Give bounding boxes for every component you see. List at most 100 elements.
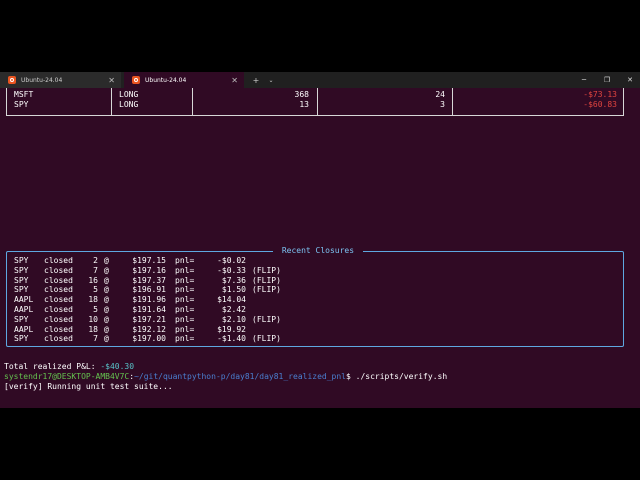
closure-pnl-label: pnl= bbox=[175, 305, 195, 314]
closure-pnl: $19.92 bbox=[217, 324, 246, 334]
ubuntu-icon bbox=[8, 76, 16, 84]
position-qty: 13 bbox=[299, 99, 309, 109]
tab-close-icon[interactable]: ✕ bbox=[108, 76, 115, 85]
minimize-button[interactable]: ─ bbox=[572, 72, 596, 88]
table-divider bbox=[317, 88, 318, 115]
closure-pnl-label: pnl= bbox=[175, 314, 195, 324]
window-close-button[interactable]: ✕ bbox=[618, 72, 640, 88]
position-col4: 3 bbox=[440, 99, 445, 109]
closure-price: $197.37 bbox=[132, 275, 166, 285]
recent-closures-panel: Recent Closures SPY closed 2 @ $197.15 pnl= -$… bbox=[6, 246, 624, 347]
prompt-user: systendr17@DESKTOP-AMB4V7C bbox=[4, 372, 130, 381]
closure-qty: 7 bbox=[93, 265, 98, 275]
closure-at: @ bbox=[104, 285, 109, 295]
position-pnl: -$73.13 bbox=[583, 90, 617, 99]
closure-at: @ bbox=[104, 334, 109, 344]
prompt-dollar: $ bbox=[345, 372, 356, 381]
closure-symbol: SPY bbox=[14, 265, 29, 275]
closure-at: @ bbox=[104, 314, 109, 324]
closure-pnl: -$0.33 bbox=[217, 265, 246, 275]
closure-qty: 2 bbox=[93, 256, 98, 265]
closure-action: closed bbox=[44, 324, 73, 334]
closure-qty: 7 bbox=[93, 334, 98, 344]
tab-label: Ubuntu-24.04 bbox=[21, 76, 63, 84]
closure-symbol: AAPL bbox=[14, 324, 34, 334]
closure-pnl-label: pnl= bbox=[175, 285, 195, 295]
table-divider bbox=[452, 88, 453, 115]
closure-action: closed bbox=[44, 275, 73, 285]
closure-pnl: -$0.02 bbox=[217, 256, 246, 265]
closure-qty: 16 bbox=[88, 275, 98, 285]
closure-price: $192.12 bbox=[132, 324, 166, 334]
position-qty: 368 bbox=[294, 90, 309, 99]
closure-pnl: $14.04 bbox=[217, 295, 246, 305]
closure-pnl-label: pnl= bbox=[175, 275, 195, 285]
closure-action: closed bbox=[44, 256, 73, 265]
closure-symbol: SPY bbox=[14, 256, 29, 265]
position-side: LONG bbox=[119, 99, 139, 109]
closure-symbol: SPY bbox=[14, 334, 29, 344]
prompt-command: ./scripts/verify.sh bbox=[355, 372, 448, 381]
closure-note: (FLIP) bbox=[252, 285, 281, 295]
terminal-content[interactable]: MSFT LONG 368 24 -$73.13 SPY LONG 13 3 -… bbox=[0, 88, 640, 408]
closure-pnl: $2.10 bbox=[221, 314, 246, 324]
closure-note: (FLIP) bbox=[252, 334, 281, 344]
total-pnl-line: Total realized P&L: -$40.30 bbox=[4, 362, 134, 372]
ubuntu-icon bbox=[132, 76, 140, 84]
tab-ubuntu-2[interactable]: Ubuntu-24.04 ✕ bbox=[124, 72, 244, 88]
table-divider bbox=[192, 88, 193, 115]
closure-pnl: $7.36 bbox=[221, 275, 246, 285]
table-divider bbox=[111, 88, 112, 115]
closure-qty: 5 bbox=[93, 285, 98, 295]
closure-action: closed bbox=[44, 295, 73, 305]
maximize-button[interactable]: ❐ bbox=[595, 72, 619, 88]
position-symbol: SPY bbox=[14, 99, 29, 109]
closure-action: closed bbox=[44, 314, 73, 324]
closure-price: $197.00 bbox=[132, 334, 166, 344]
closure-symbol: SPY bbox=[14, 275, 29, 285]
prompt-path: ~/git/quantpython-p/day81/day81_realized… bbox=[134, 372, 346, 381]
closure-note: (FLIP) bbox=[252, 314, 281, 324]
closure-at: @ bbox=[104, 305, 109, 314]
closure-symbol: SPY bbox=[14, 285, 29, 295]
closure-pnl-label: pnl= bbox=[175, 265, 195, 275]
terminal-window: Ubuntu-24.04 ✕ Ubuntu-24.04 ✕ + ⌄ ─ ❐ ✕ … bbox=[0, 72, 640, 408]
closure-action: closed bbox=[44, 285, 73, 295]
new-tab-button[interactable]: + bbox=[250, 72, 262, 88]
closure-pnl-label: pnl= bbox=[175, 256, 195, 265]
tab-close-icon[interactable]: ✕ bbox=[231, 76, 238, 85]
position-side: LONG bbox=[119, 90, 139, 99]
closure-at: @ bbox=[104, 295, 109, 305]
output-line: [verify] Running unit test suite... bbox=[4, 382, 173, 391]
closure-pnl: $2.42 bbox=[221, 305, 246, 314]
tab-dropdown-button[interactable]: ⌄ bbox=[265, 72, 277, 88]
closure-action: closed bbox=[44, 265, 73, 275]
closure-action: closed bbox=[44, 334, 73, 344]
closure-price: $196.91 bbox=[132, 285, 166, 295]
closure-symbol: SPY bbox=[14, 314, 29, 324]
position-col4: 24 bbox=[435, 90, 445, 99]
closure-price: $197.15 bbox=[132, 256, 166, 265]
closure-symbol: AAPL bbox=[14, 305, 34, 314]
tab-bar: Ubuntu-24.04 ✕ Ubuntu-24.04 ✕ + ⌄ ─ ❐ ✕ bbox=[0, 72, 640, 88]
closure-price: $197.16 bbox=[132, 265, 166, 275]
closure-price: $197.21 bbox=[132, 314, 166, 324]
closure-pnl: $1.50 bbox=[221, 285, 246, 295]
closure-at: @ bbox=[104, 256, 109, 265]
position-symbol: MSFT bbox=[14, 90, 34, 99]
closure-price: $191.96 bbox=[132, 295, 166, 305]
closure-symbol: AAPL bbox=[14, 295, 34, 305]
closure-qty: 18 bbox=[88, 295, 98, 305]
total-pnl-value: -$40.30 bbox=[100, 362, 135, 371]
positions-table: MSFT LONG 368 24 -$73.13 SPY LONG 13 3 -… bbox=[6, 88, 624, 116]
closure-pnl: -$1.40 bbox=[217, 334, 246, 344]
prompt-line: systendr17@DESKTOP-AMB4V7C:~/git/quantpy… bbox=[4, 372, 447, 382]
position-pnl: -$60.83 bbox=[583, 99, 617, 109]
closure-note: (FLIP) bbox=[252, 275, 281, 285]
closure-at: @ bbox=[104, 324, 109, 334]
total-pnl-label: Total realized P&L: bbox=[4, 362, 101, 371]
panel-title: Recent Closures bbox=[273, 246, 363, 256]
tab-ubuntu-1[interactable]: Ubuntu-24.04 ✕ bbox=[0, 72, 121, 88]
closure-qty: 18 bbox=[88, 324, 98, 334]
closure-qty: 5 bbox=[93, 305, 98, 314]
